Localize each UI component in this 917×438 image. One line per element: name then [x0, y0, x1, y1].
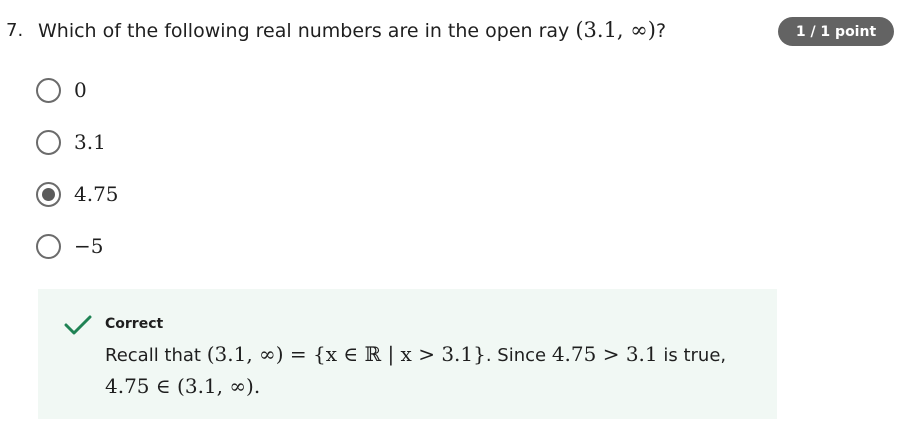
feedback-is-true: is true, — [657, 345, 727, 366]
question-prompt: Which of the following real numbers are … — [38, 20, 576, 42]
option-label: 4.75 — [74, 182, 119, 206]
answer-options: 0 3.1 4.75 −5 — [36, 64, 119, 272]
option-1[interactable]: 0 — [36, 64, 119, 116]
question-number: 7. — [6, 20, 24, 41]
radio-button[interactable] — [36, 129, 61, 155]
question-math: (3.1, ∞) — [575, 18, 656, 42]
feedback-set-identity: (3.1, ∞) = {x ∈ ℝ | x > 3.1} — [206, 342, 486, 366]
points-badge: 1 / 1 point — [778, 17, 894, 46]
feedback-panel: Correct Recall that (3.1, ∞) = {x ∈ ℝ | … — [38, 289, 777, 419]
radio-button[interactable] — [36, 181, 61, 207]
option-3[interactable]: 4.75 — [36, 168, 119, 220]
check-icon — [64, 315, 92, 335]
option-label: 3.1 — [74, 130, 106, 154]
feedback-status: Correct — [105, 316, 164, 332]
feedback-membership: 4.75 ∈ (3.1, ∞) — [105, 374, 254, 398]
feedback-recall: Recall that — [105, 345, 207, 366]
feedback-since: . Since — [485, 345, 552, 366]
option-2[interactable]: 3.1 — [36, 116, 119, 168]
feedback-explanation: Recall that (3.1, ∞) = {x ∈ ℝ | x > 3.1}… — [105, 339, 765, 403]
question-end: ? — [655, 20, 667, 42]
radio-button[interactable] — [36, 77, 61, 103]
feedback-end: . — [253, 374, 261, 398]
option-label: −5 — [74, 234, 104, 258]
radio-button[interactable] — [36, 233, 61, 259]
option-label: 0 — [74, 78, 87, 102]
option-4[interactable]: −5 — [36, 220, 119, 272]
question-text: Which of the following real numbers are … — [38, 18, 666, 42]
radio-selected-dot — [42, 187, 55, 201]
feedback-inequality: 4.75 > 3.1 — [551, 342, 658, 366]
